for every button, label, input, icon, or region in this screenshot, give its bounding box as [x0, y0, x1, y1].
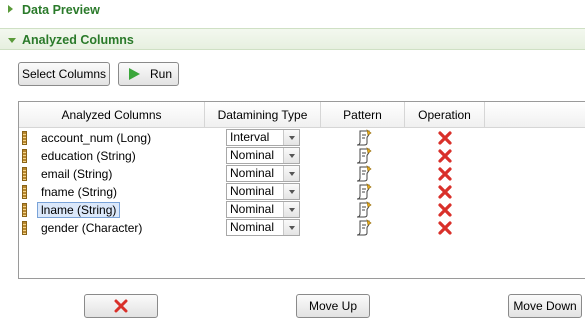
delete-icon[interactable]: [437, 220, 453, 236]
chevron-down-icon[interactable]: [283, 184, 299, 199]
run-label: Run: [150, 67, 173, 81]
delete-button[interactable]: [84, 294, 158, 318]
column-icon: [22, 149, 27, 163]
column-icon: [22, 203, 27, 217]
datamining-type-select[interactable]: Nominal: [226, 183, 300, 200]
section-data-preview-title: Data Preview: [22, 3, 100, 17]
delete-icon[interactable]: [437, 202, 453, 218]
chevron-down-icon[interactable]: [283, 130, 299, 145]
header-pattern[interactable]: Pattern: [321, 102, 405, 128]
section-data-preview[interactable]: Data Preview: [0, 0, 585, 20]
table-row[interactable]: account_num (Long) Interval: [19, 129, 585, 147]
pattern-icon[interactable]: [355, 219, 373, 237]
select-columns-button[interactable]: Select Columns: [18, 62, 110, 86]
chevron-down-icon[interactable]: [283, 220, 299, 235]
delete-icon: [114, 299, 128, 313]
column-name-cell[interactable]: email (String): [22, 165, 113, 183]
table-row[interactable]: email (String) Nominal: [19, 165, 585, 183]
delete-icon[interactable]: [437, 184, 453, 200]
pattern-icon[interactable]: [355, 201, 373, 219]
run-button[interactable]: Run: [118, 62, 179, 86]
chevron-down-icon[interactable]: [283, 166, 299, 181]
move-up-label: Move Up: [308, 299, 358, 313]
column-icon: [22, 221, 27, 235]
column-name-cell[interactable]: education (String): [22, 147, 136, 165]
column-name-cell[interactable]: gender (Character): [22, 219, 143, 237]
pattern-icon[interactable]: [355, 165, 373, 183]
header-datamining-type[interactable]: Datamining Type: [205, 102, 321, 128]
delete-icon[interactable]: [437, 148, 453, 164]
column-icon: [22, 167, 27, 181]
column-name: fname (String): [41, 185, 118, 199]
section-analyzed-columns[interactable]: Analyzed Columns: [0, 28, 585, 50]
column-name-cell[interactable]: fname (String): [22, 183, 118, 201]
chevron-down-icon[interactable]: [283, 148, 299, 163]
datamining-type-select[interactable]: Nominal: [226, 201, 300, 218]
datamining-type-select[interactable]: Nominal: [226, 165, 300, 182]
column-icon: [22, 185, 27, 199]
datamining-type-select[interactable]: Interval: [226, 129, 300, 146]
move-down-button[interactable]: Move Down: [508, 294, 582, 318]
chevron-right-icon: [8, 5, 13, 13]
datamining-type-select[interactable]: Nominal: [226, 147, 300, 164]
column-name-cell[interactable]: account_num (Long): [22, 129, 152, 147]
column-icon: [22, 131, 27, 145]
chevron-down-icon[interactable]: [283, 202, 299, 217]
delete-icon[interactable]: [437, 130, 453, 146]
column-name: education (String): [41, 149, 136, 163]
chevron-down-icon: [8, 38, 16, 43]
pattern-icon[interactable]: [355, 129, 373, 147]
datamining-type-value: Nominal: [230, 166, 275, 180]
move-down-label: Move Down: [513, 299, 577, 313]
column-name: gender (Character): [41, 221, 143, 235]
datamining-type-value: Nominal: [230, 202, 275, 216]
table-row[interactable]: gender (Character) Nominal: [19, 219, 585, 237]
select-columns-label: Select Columns: [21, 67, 107, 81]
datamining-type-value: Interval: [230, 130, 270, 144]
column-name: account_num (Long): [41, 131, 152, 145]
table-row[interactable]: education (String) Nominal: [19, 147, 585, 165]
move-up-button[interactable]: Move Up: [296, 294, 370, 318]
datamining-type-value: Nominal: [230, 220, 275, 234]
delete-icon[interactable]: [437, 166, 453, 182]
play-icon: [129, 68, 140, 80]
section-analyzed-columns-title: Analyzed Columns: [22, 33, 134, 47]
header-operation[interactable]: Operation: [405, 102, 485, 128]
column-name-cell[interactable]: lname (String): [22, 201, 121, 219]
pattern-icon[interactable]: [355, 183, 373, 201]
column-name: email (String): [41, 167, 113, 181]
header-analyzed-columns[interactable]: Analyzed Columns: [19, 102, 205, 128]
pattern-icon[interactable]: [355, 147, 373, 165]
column-name: lname (String): [37, 202, 121, 218]
datamining-type-value: Nominal: [230, 148, 275, 162]
table-row[interactable]: fname (String) Nominal: [19, 183, 585, 201]
table-header: Analyzed Columns Datamining Type Pattern…: [19, 102, 585, 128]
table-row[interactable]: lname (String) Nominal: [19, 201, 585, 219]
analyzed-columns-table: Analyzed Columns Datamining Type Pattern…: [18, 101, 585, 279]
datamining-type-select[interactable]: Nominal: [226, 219, 300, 236]
datamining-type-value: Nominal: [230, 184, 275, 198]
